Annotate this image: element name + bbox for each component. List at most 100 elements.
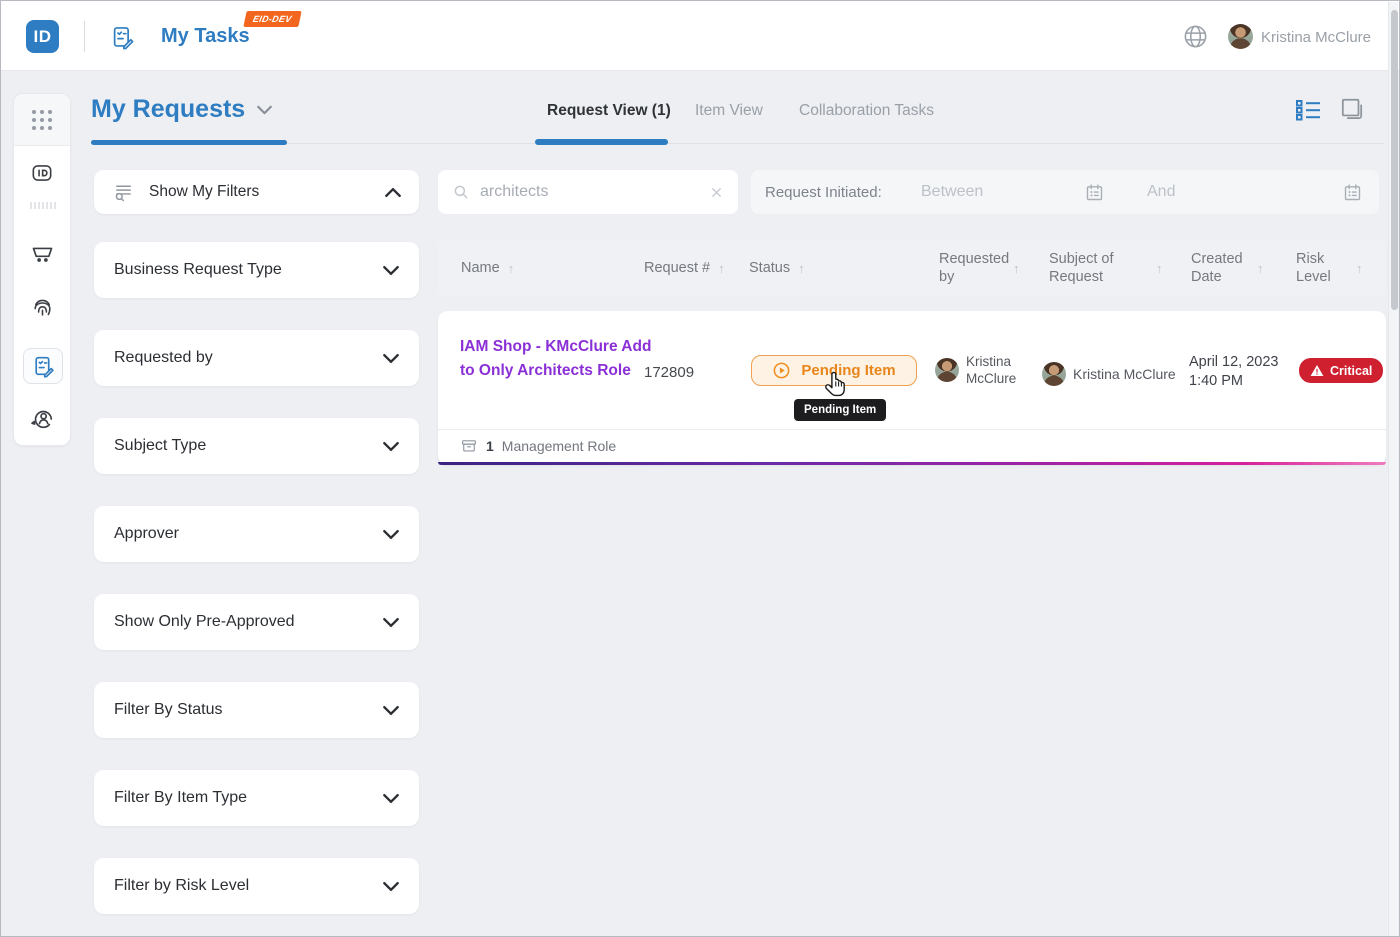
chevron-down-icon — [383, 793, 399, 804]
environment-badge: EID-DEV — [243, 11, 301, 27]
date-to-placeholder: And — [1121, 183, 1342, 201]
column-label: Status — [749, 259, 790, 277]
column-requested-by[interactable]: Requested by↑ — [939, 239, 1027, 297]
date-range-filter: Request Initiated: Between And — [751, 170, 1379, 214]
globe-icon[interactable] — [1182, 23, 1209, 50]
page-title[interactable]: My Requests — [91, 95, 272, 124]
scrollbar-thumb[interactable] — [1391, 10, 1398, 310]
status-tooltip: Pending Item — [794, 399, 886, 421]
app-window: ID My Tasks EID-DEV Kristina McClure — [0, 0, 1400, 937]
active-tab-underline — [535, 139, 668, 145]
scrollbar-track — [1388, 2, 1398, 937]
requested-by-cell: Kristina McClure — [935, 353, 1035, 387]
list-view-icon — [1295, 98, 1323, 122]
items-summary-row[interactable]: 1 Management Role — [438, 429, 1386, 462]
list-view-button[interactable] — [1295, 98, 1323, 122]
created-date-cell: April 12, 2023 1:40 PM — [1189, 353, 1278, 391]
id-card-icon — [29, 160, 55, 186]
column-label: Name — [461, 259, 500, 277]
column-name[interactable]: Name↑ — [461, 239, 514, 297]
filter-group-risk-level[interactable]: Filter by Risk Level — [94, 858, 419, 914]
sidebar-item-shop-cart[interactable] — [14, 240, 70, 267]
filter-group-label: Subject Type — [114, 437, 383, 455]
tab-request-view[interactable]: Request View (1) — [547, 102, 671, 120]
chevron-up-icon — [385, 187, 401, 198]
column-subject-of-request[interactable]: Subject of Request↑ — [1049, 239, 1179, 297]
column-created-date[interactable]: Created Date ↑ — [1191, 239, 1283, 297]
user-avatar[interactable] — [1228, 24, 1253, 49]
calendar-icon — [1342, 182, 1379, 203]
date-to-field[interactable]: And — [1121, 170, 1379, 214]
sidebar-item-my-tasks[interactable] — [23, 348, 63, 384]
sidebar-item-apps[interactable] — [14, 94, 70, 146]
tab-item-view[interactable]: Item View — [695, 102, 763, 120]
my-tasks-icon — [109, 24, 136, 51]
filter-group-label: Requested by — [114, 349, 383, 367]
app-logo[interactable]: ID — [26, 20, 59, 53]
filter-group-label: Filter By Item Type — [114, 789, 383, 807]
tasks-icon — [31, 354, 56, 379]
warning-icon — [1310, 364, 1324, 377]
cards-view-icon — [1339, 96, 1365, 123]
column-request-number[interactable]: Request #↑ — [644, 239, 725, 297]
table-header: Name↑ Request #↑ Status↑ Requested by↑ S… — [438, 239, 1386, 297]
barcode-decoration — [30, 202, 56, 209]
chevron-down-icon — [383, 353, 399, 364]
column-risk-level[interactable]: Risk Level↑ — [1296, 239, 1376, 297]
column-status[interactable]: Status ↑ — [749, 239, 805, 297]
clear-search-icon[interactable] — [709, 185, 724, 200]
chevron-down-icon — [383, 265, 399, 276]
filter-group-item-type[interactable]: Filter By Item Type — [94, 770, 419, 826]
request-number: 172809 — [644, 364, 694, 381]
search-input[interactable] — [480, 183, 699, 201]
filters-icon — [112, 181, 135, 204]
card-view-button[interactable] — [1339, 96, 1365, 123]
search-icon — [452, 183, 470, 201]
chevron-down-icon — [383, 881, 399, 892]
app-title: My Tasks — [161, 25, 250, 48]
requested-by-avatar — [935, 358, 959, 382]
date-from-placeholder: Between — [921, 183, 1084, 201]
show-my-filters-card[interactable]: Show My Filters — [94, 170, 419, 214]
sort-arrow-icon: ↑ — [798, 261, 805, 276]
mouse-cursor-icon — [823, 371, 849, 399]
sort-arrow-icon: ↑ — [1257, 261, 1264, 276]
created-time: 1:40 PM — [1189, 372, 1278, 391]
filter-group-label: Filter By Status — [114, 701, 383, 719]
filter-group-subject-type[interactable]: Subject Type — [94, 418, 419, 474]
search-box — [438, 170, 738, 214]
request-name-link[interactable]: IAM Shop - KMcClure Add to Only Architec… — [460, 335, 652, 383]
sort-arrow-icon: ↑ — [1356, 261, 1363, 276]
column-label: Requested by — [939, 250, 1005, 286]
filter-group-label: Filter by Risk Level — [114, 877, 383, 895]
filter-group-approver[interactable]: Approver — [94, 506, 419, 562]
apps-grid-icon — [32, 110, 52, 130]
sidebar-item-delegation[interactable] — [14, 405, 70, 432]
sidebar-rail — [13, 93, 71, 446]
subject-name: Kristina McClure — [1073, 366, 1176, 383]
header-divider — [84, 21, 85, 52]
page-title-text: My Requests — [91, 95, 245, 124]
filter-group-label: Approver — [114, 525, 383, 543]
sidebar-item-id-card[interactable] — [14, 160, 70, 186]
show-my-filters-label: Show My Filters — [149, 183, 371, 201]
filter-group-requested-by[interactable]: Requested by — [94, 330, 419, 386]
sidebar-item-fingerprint[interactable] — [14, 294, 70, 321]
items-label: Management Role — [502, 438, 616, 454]
requested-by-name: Kristina McClure — [966, 353, 1035, 387]
management-role-box-icon — [460, 437, 478, 455]
filter-group-status[interactable]: Filter By Status — [94, 682, 419, 738]
risk-level-label: Critical — [1330, 364, 1372, 378]
date-from-field[interactable]: Between — [921, 170, 1121, 214]
tab-collaboration-tasks[interactable]: Collaboration Tasks — [799, 102, 934, 120]
filter-group-pre-approved[interactable]: Show Only Pre-Approved — [94, 594, 419, 650]
sort-arrow-icon: ↑ — [718, 261, 725, 276]
column-label: Created Date — [1191, 250, 1249, 286]
filter-group-label: Business Request Type — [114, 261, 383, 279]
subject-of-request-cell: Kristina McClure — [1042, 362, 1178, 386]
risk-level-badge: Critical — [1299, 358, 1383, 383]
filter-group-business-request-type[interactable]: Business Request Type — [94, 242, 419, 298]
calendar-icon — [1084, 182, 1121, 203]
title-underline — [91, 140, 287, 145]
chevron-down-icon — [383, 441, 399, 452]
